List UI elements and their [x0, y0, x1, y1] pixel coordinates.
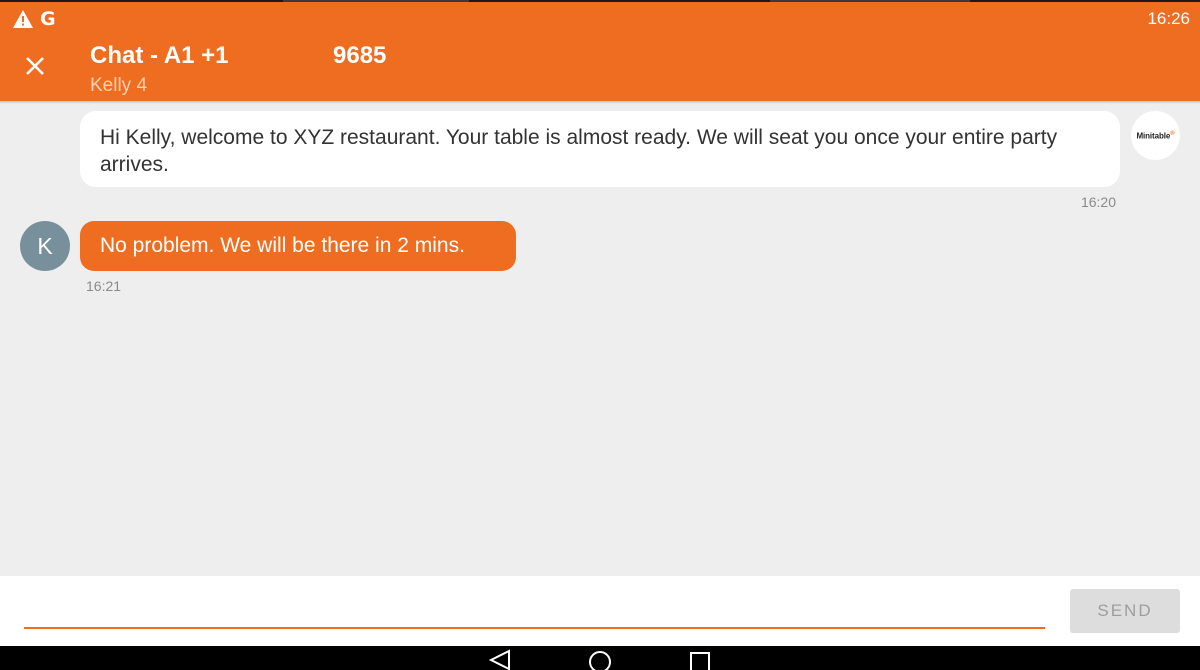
user-avatar: K: [20, 221, 70, 271]
outgoing-message-bubble: No problem. We will be there in 2 mins.: [80, 221, 516, 271]
home-icon: [589, 651, 611, 670]
incoming-message-bubble: Hi Kelly, welcome to XYZ restaurant. You…: [80, 111, 1120, 187]
nav-recents-button[interactable]: [680, 646, 720, 670]
chat-header: G 16:26 Chat - A1 +1 9685 Kelly 4: [0, 2, 1200, 101]
restaurant-logo-label: Minitable®: [1136, 130, 1175, 141]
google-g-icon: G: [40, 8, 56, 30]
status-bar-time: 16:26: [1147, 9, 1190, 28]
outgoing-message-time: 16:21: [86, 278, 122, 294]
nav-home-button[interactable]: [580, 646, 620, 670]
chat-title: Chat - A1 +1: [90, 42, 229, 69]
send-button[interactable]: SEND: [1070, 589, 1180, 633]
android-nav-bar: [0, 646, 1200, 670]
message-input[interactable]: [24, 593, 1045, 629]
close-icon: [26, 57, 44, 75]
restaurant-logo-avatar: Minitable®: [1131, 111, 1180, 160]
warning-icon: [13, 10, 33, 28]
header-shadow: [0, 101, 1200, 104]
nav-back-button[interactable]: [480, 646, 520, 670]
chat-phone-number: 9685: [333, 42, 387, 69]
status-bar-icons: G: [12, 8, 56, 30]
incoming-message-time: 16:20: [1080, 194, 1116, 210]
back-icon: [488, 649, 510, 670]
recents-icon: [690, 652, 710, 670]
close-button[interactable]: [19, 50, 51, 82]
chat-subtitle: Kelly 4: [90, 75, 148, 96]
